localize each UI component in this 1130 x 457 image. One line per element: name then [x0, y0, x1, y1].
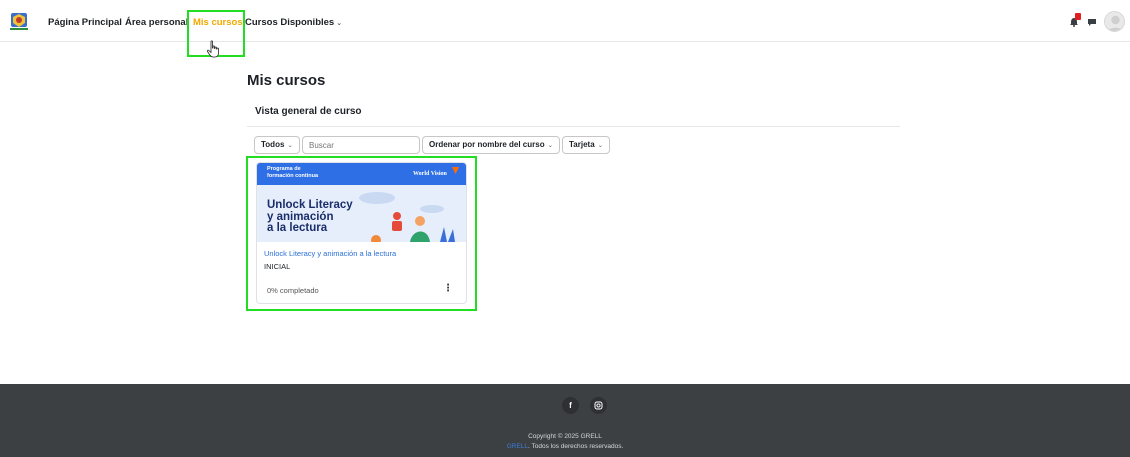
filter-all-dropdown[interactable]: Todos ⌄	[254, 136, 300, 154]
chat-icon[interactable]	[1087, 18, 1097, 27]
footer-copyright: Copyright © 2025 GRELL	[528, 433, 602, 440]
logo-emblem-icon[interactable]	[8, 10, 30, 32]
course-image[interactable]: Programa de formación continua World Visi…	[257, 163, 466, 242]
course-category: INICIAL	[264, 262, 291, 271]
nav-available-courses[interactable]: Cursos Disponibles ⌄	[245, 17, 342, 28]
chevron-down-icon: ⌄	[547, 142, 554, 149]
section-title: Vista general de curso	[255, 106, 362, 117]
sort-dropdown[interactable]: Ordenar por nombre del curso ⌄	[422, 136, 561, 154]
banner-title: Unlock Literacy y animación a la lectura	[267, 199, 353, 234]
view-label: Tarjeta	[569, 140, 595, 149]
instagram-icon[interactable]	[590, 397, 607, 414]
page-title: Mis cursos	[247, 72, 326, 89]
footer-rights: GRELL. Todos los derechos reservados.	[0, 443, 1130, 450]
nav-available-courses-label: Cursos Disponibles	[245, 17, 335, 28]
top-navbar: Página Principal Área personal Mis curso…	[0, 0, 1130, 42]
section-divider	[247, 126, 900, 127]
course-card[interactable]: Programa de formación continua World Visi…	[256, 162, 467, 304]
sort-label: Ordenar por nombre del curso	[429, 140, 545, 149]
chevron-down-icon: ⌄	[336, 20, 343, 27]
nav-home[interactable]: Página Principal	[48, 17, 122, 28]
chevron-down-icon: ⌄	[597, 142, 604, 149]
view-dropdown[interactable]: Tarjeta ⌄	[562, 136, 611, 154]
chevron-down-icon: ⌄	[287, 142, 293, 149]
banner-brand: World Vision	[413, 171, 447, 177]
nav-personal-area[interactable]: Área personal	[125, 17, 188, 28]
avatar[interactable]	[1104, 11, 1125, 32]
brand-mark-icon	[452, 167, 459, 174]
illustration-icon	[359, 192, 455, 242]
hand-cursor-icon	[206, 40, 219, 58]
course-progress-text: 0% completado	[267, 286, 319, 295]
notification-badge	[1075, 13, 1081, 20]
footer-brand-link[interactable]: GRELL	[507, 443, 528, 450]
filter-all-label: Todos	[261, 140, 285, 149]
search-input[interactable]	[302, 136, 420, 154]
banner-program-text: Programa de formación continua	[267, 166, 319, 179]
footer-rights-text: . Todos los derechos reservados.	[528, 443, 624, 450]
course-name-link[interactable]: Unlock Literacy y animación a la lectura	[264, 249, 396, 258]
kebab-menu-icon[interactable]: ⋮	[443, 283, 453, 294]
facebook-icon[interactable]: f	[562, 397, 579, 414]
